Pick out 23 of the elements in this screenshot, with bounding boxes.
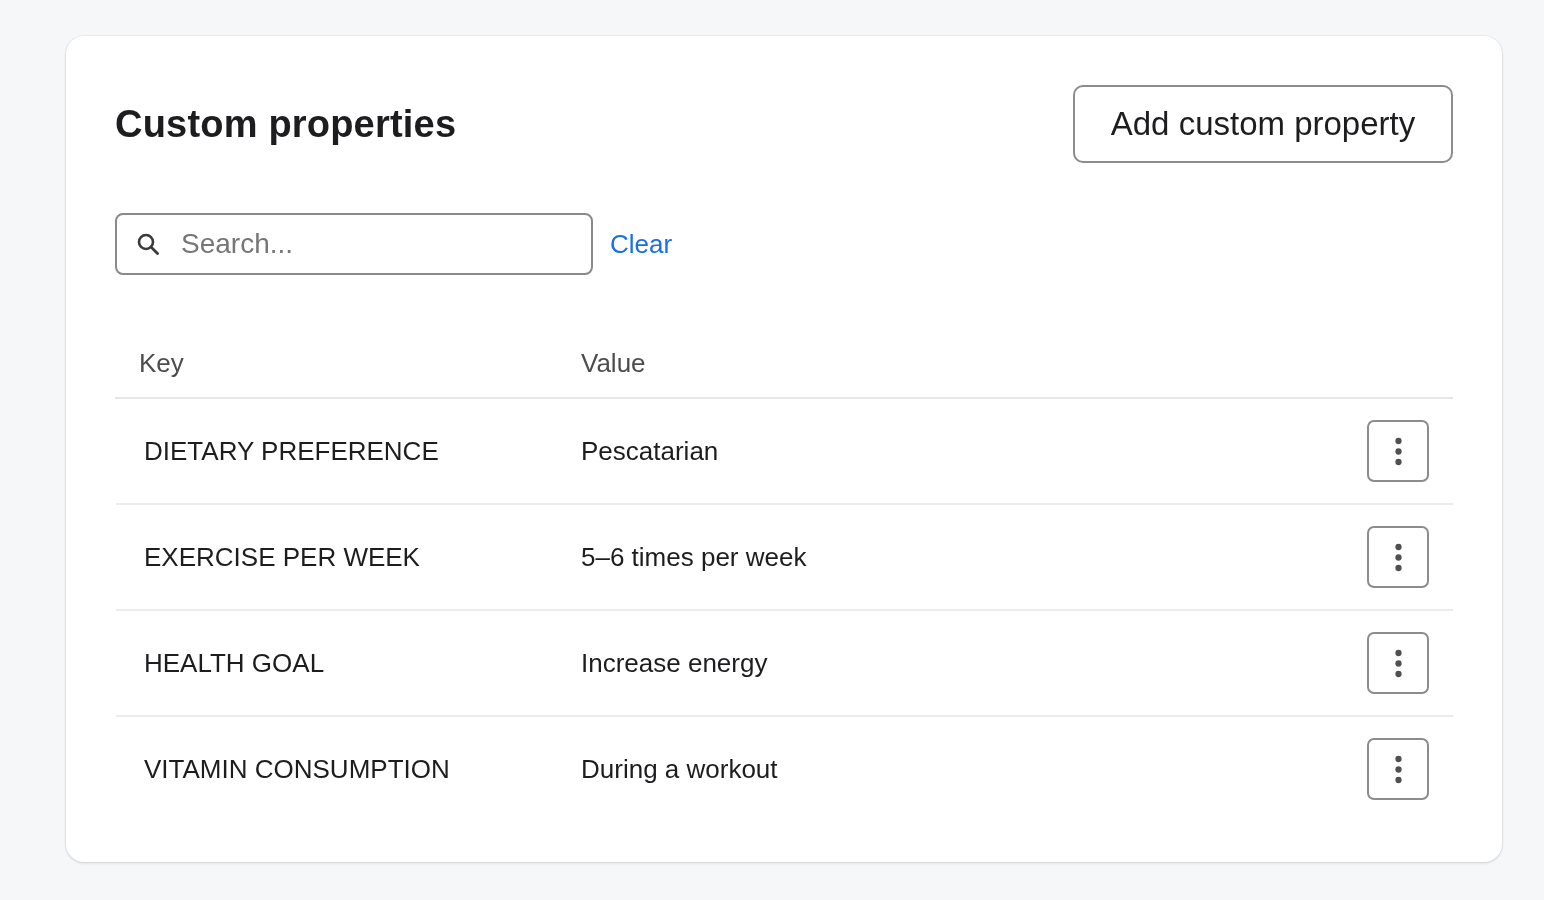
row-menu-button[interactable] <box>1367 526 1429 588</box>
column-header: Value <box>581 347 646 379</box>
table-cell-text: HEALTH GOAL <box>143 647 326 679</box>
column-header: Key <box>138 347 185 379</box>
clear-link[interactable]: Clear <box>610 228 673 260</box>
card-title: Custom properties <box>115 102 457 146</box>
vertical-dots-icon <box>1394 436 1402 466</box>
search-icon <box>137 233 159 255</box>
table-cell-text: During a workout <box>581 753 779 785</box>
row-menu-button[interactable] <box>1367 738 1429 800</box>
row-menu-button[interactable] <box>1367 420 1429 482</box>
table-cell-text: DIETARY PREFERENCE <box>143 435 440 467</box>
vertical-dots-icon <box>1394 648 1402 678</box>
table-cell-text: 5–6 times per week <box>581 541 808 573</box>
vertical-dots-icon <box>1394 754 1402 784</box>
add-property-button[interactable]: Add custom property <box>1073 85 1453 163</box>
table-cell-text: Increase energy <box>581 647 769 679</box>
search-field[interactable]: Search... <box>115 213 593 275</box>
table-cell-text: Pescatarian <box>581 435 720 467</box>
vertical-dots-icon <box>1394 542 1402 572</box>
row-menu-button[interactable] <box>1367 632 1429 694</box>
table-cell-text: VITAMIN CONSUMPTION <box>143 753 451 785</box>
table-cell-text: EXERCISE PER WEEK <box>143 541 421 573</box>
